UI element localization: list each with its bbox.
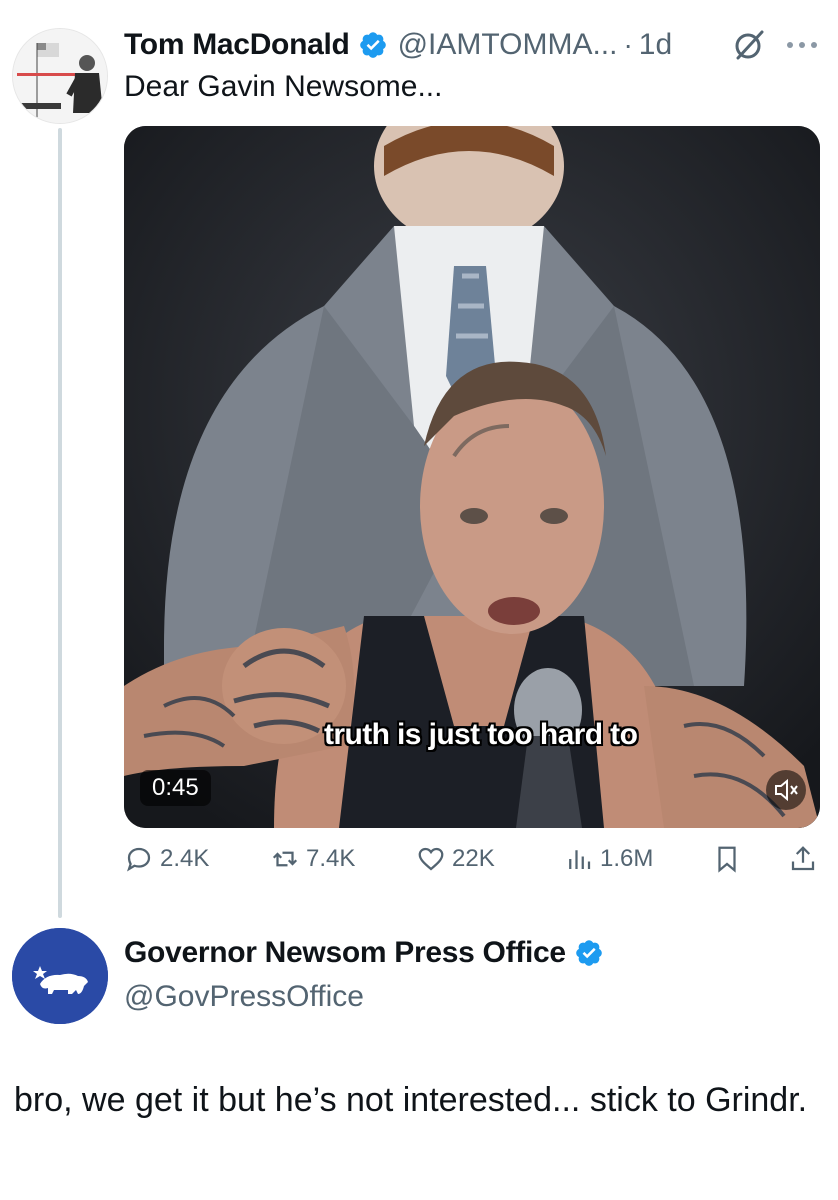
heart-icon bbox=[418, 847, 444, 871]
tweet-text: Dear Gavin Newsome... bbox=[124, 70, 443, 103]
grok-icon[interactable] bbox=[732, 28, 766, 62]
tweet-header: Tom MacDonald @IAMTOMMA... · 1d bbox=[124, 24, 672, 66]
reply-author-header: Governor Newsom Press Office bbox=[124, 936, 604, 970]
reply-author-display-name[interactable]: Governor Newsom Press Office bbox=[124, 936, 566, 970]
share-button[interactable] bbox=[788, 844, 824, 874]
video-caption: truth is just too hard to bbox=[324, 718, 638, 751]
verified-badge-icon bbox=[575, 940, 602, 966]
bookmark-icon bbox=[718, 846, 736, 873]
california-bear-icon bbox=[12, 928, 108, 1024]
reply-bubble-icon bbox=[127, 847, 151, 872]
share-icon bbox=[791, 846, 815, 871]
separator-dot: · bbox=[623, 29, 633, 60]
reply-count: 2.4K bbox=[160, 845, 210, 872]
tweet-timestamp[interactable]: 1d bbox=[639, 28, 672, 62]
repost-icon bbox=[272, 851, 298, 867]
repost-count: 7.4K bbox=[306, 845, 356, 872]
bookmark-button[interactable] bbox=[712, 844, 748, 874]
more-options-icon[interactable] bbox=[782, 30, 822, 60]
like-count: 22K bbox=[452, 845, 495, 872]
mute-button[interactable] bbox=[766, 770, 806, 810]
tweet-video[interactable]: truth is just too hard to 0:45 bbox=[124, 126, 820, 828]
verified-badge-icon bbox=[359, 32, 386, 58]
speaker-muted-icon bbox=[775, 778, 798, 802]
thread-connector-line bbox=[58, 128, 62, 918]
avatar-tom-macdonald[interactable] bbox=[12, 28, 108, 124]
reply-author-handle[interactable]: @GovPressOffice bbox=[124, 980, 364, 1014]
repost-button[interactable]: 7.4K bbox=[270, 844, 355, 874]
reply-button[interactable]: 2.4K bbox=[124, 844, 209, 874]
tweet-thread: Tom MacDonald @IAMTOMMA... · 1d Dear Gav… bbox=[0, 0, 838, 1200]
views-button[interactable]: 1.6M bbox=[564, 844, 653, 874]
author-display-name[interactable]: Tom MacDonald bbox=[124, 28, 350, 62]
avatar-gov-press-office[interactable] bbox=[12, 928, 108, 1024]
author-handle[interactable]: @IAMTOMMA... bbox=[398, 28, 618, 62]
views-count: 1.6M bbox=[600, 845, 654, 872]
like-button[interactable]: 22K bbox=[416, 844, 495, 874]
avatar-image bbox=[13, 29, 107, 123]
tweet-action-bar: 2.4K 7.4K 22K 1.6M bbox=[124, 844, 824, 880]
reply-text: bro, we get it but he’s not interested..… bbox=[14, 1081, 808, 1119]
views-chart-icon bbox=[569, 850, 591, 869]
video-duration: 0:45 bbox=[140, 770, 211, 806]
